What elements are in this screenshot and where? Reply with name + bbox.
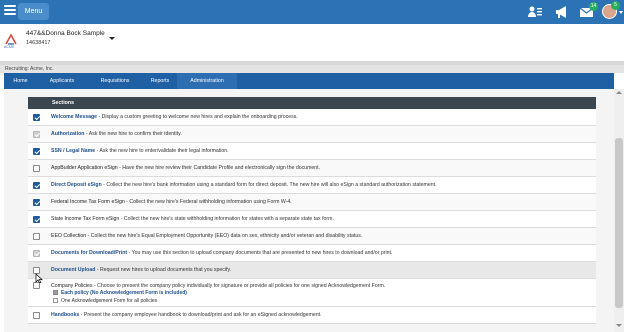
section-title: Federal Income Tax Form eSign — [51, 199, 125, 205]
people-icon[interactable] — [527, 5, 543, 19]
section-checkbox[interactable] — [33, 148, 40, 155]
section-desc: - Ask the new hire to confirm their iden… — [84, 131, 182, 137]
section-desc: - You may use this section to upload com… — [127, 250, 393, 256]
section-title: EEO Collection — [51, 233, 87, 239]
section-title[interactable]: Documents for Download/Print — [51, 250, 127, 256]
section-desc: - Display a custom greeting to welcome n… — [97, 114, 298, 120]
section-row: Handbooks - Present the company employee… — [28, 307, 596, 324]
section-title[interactable]: SSN / Legal Name — [51, 148, 95, 154]
tab-administration[interactable]: Administration — [177, 73, 237, 89]
megaphone-icon[interactable] — [554, 5, 570, 19]
section-row: Welcome Message - Display a custom greet… — [28, 109, 596, 126]
policy-option-radio[interactable] — [53, 298, 58, 303]
mail-icon[interactable]: 14 — [579, 2, 598, 19]
avatar-badge: 5 — [611, 1, 620, 10]
section-desc: - Collect the new hire's state withholdi… — [119, 216, 334, 222]
company-id: 14638417 — [26, 40, 51, 46]
section-desc: - Collect the new hire's Federal withhol… — [124, 199, 292, 205]
tab-requisitions[interactable]: Requisitions — [87, 73, 143, 89]
section-title[interactable]: Document Upload — [51, 267, 95, 273]
section-desc: - Request new hires to upload documents … — [95, 267, 232, 273]
section-desc: - Have the new hire review their Candida… — [117, 165, 321, 171]
section-row: Authorization - Ask the new hire to conf… — [28, 126, 596, 143]
policy-option-radio[interactable] — [53, 290, 58, 295]
section-checkbox[interactable] — [33, 233, 40, 240]
menu-button[interactable]: Menu — [18, 3, 49, 20]
section-checkbox[interactable] — [33, 312, 40, 319]
section-desc: - Ask the new hire to enter/validate the… — [95, 148, 229, 154]
scroll-down-icon[interactable] — [616, 324, 622, 327]
chevron-down-icon[interactable] — [619, 11, 623, 14]
section-row: Documents for Download/Print - You may u… — [28, 245, 596, 262]
scrollbar-thumb[interactable] — [615, 138, 623, 308]
section-title: Company Policies — [51, 283, 93, 289]
section-title: AppBuilder Application eSign — [51, 165, 118, 171]
scroll-up-icon[interactable] — [616, 91, 622, 94]
sections-header: Sections — [28, 97, 596, 109]
section-title[interactable]: Welcome Message — [51, 114, 97, 120]
section-row: EEO Collection - Collect the new hire's … — [28, 228, 596, 245]
section-checkbox[interactable] — [33, 114, 40, 121]
section-row: AppBuilder Application eSign - Have the … — [28, 160, 596, 177]
section-checkbox[interactable] — [33, 216, 40, 223]
section-title[interactable]: Direct Deposit eSign — [51, 182, 102, 188]
policy-option-label: One Acknowledgement Form for all policie… — [61, 298, 158, 304]
company-name[interactable]: 447&&Donna Bock Sample — [26, 30, 105, 37]
section-row: SSN / Legal Name - Ask the new hire to e… — [28, 143, 596, 160]
section-checkbox[interactable] — [33, 182, 40, 189]
company-logo-text: ACME — [4, 45, 15, 49]
section-title[interactable]: Authorization — [51, 131, 84, 137]
section-row-policies: Company Policies - Choose to present the… — [28, 279, 596, 307]
main-nav: Home Applicants Requisitions Reports Adm… — [4, 73, 614, 89]
section-row: State Income Tax Form eSign - Collect th… — [28, 211, 596, 228]
section-checkbox[interactable] — [33, 199, 40, 206]
section-checkbox[interactable] — [33, 165, 40, 172]
section-row: Federal Income Tax Form eSign - Collect … — [28, 194, 596, 211]
section-checkbox — [33, 131, 40, 138]
top-bar: Menu 14 5 — [0, 0, 624, 24]
avatar[interactable]: 5 — [602, 1, 620, 19]
section-row: Direct Deposit eSign - Collect the new h… — [28, 177, 596, 194]
policy-option-label: Each policy (No Acknowledgement Form is … — [61, 290, 187, 296]
section-desc: - Collect the new hire's bank informatio… — [101, 182, 437, 188]
section-title[interactable]: Handbooks — [51, 312, 79, 318]
tab-reports[interactable]: Reports — [143, 73, 177, 89]
chevron-down-icon[interactable] — [109, 37, 115, 40]
section-checkbox — [33, 250, 40, 257]
mail-badge: 14 — [589, 2, 598, 11]
recruiting-label: Recruiting: Acme, Inc. — [0, 65, 624, 73]
cursor-icon — [35, 270, 44, 284]
section-row: Document Upload - Request new hires to u… — [28, 262, 596, 279]
tab-home[interactable]: Home — [4, 73, 37, 89]
section-checkbox[interactable] — [33, 282, 40, 289]
hamburger-icon[interactable] — [4, 5, 16, 17]
section-desc: - Choose to present the company policy i… — [92, 283, 386, 289]
tab-applicants[interactable]: Applicants — [37, 73, 87, 89]
section-title: State Income Tax Form eSign — [51, 216, 120, 222]
section-desc: - Present the company employee handbook … — [79, 312, 322, 318]
section-desc: - Collect the new hire's Equal Employmen… — [86, 233, 363, 239]
